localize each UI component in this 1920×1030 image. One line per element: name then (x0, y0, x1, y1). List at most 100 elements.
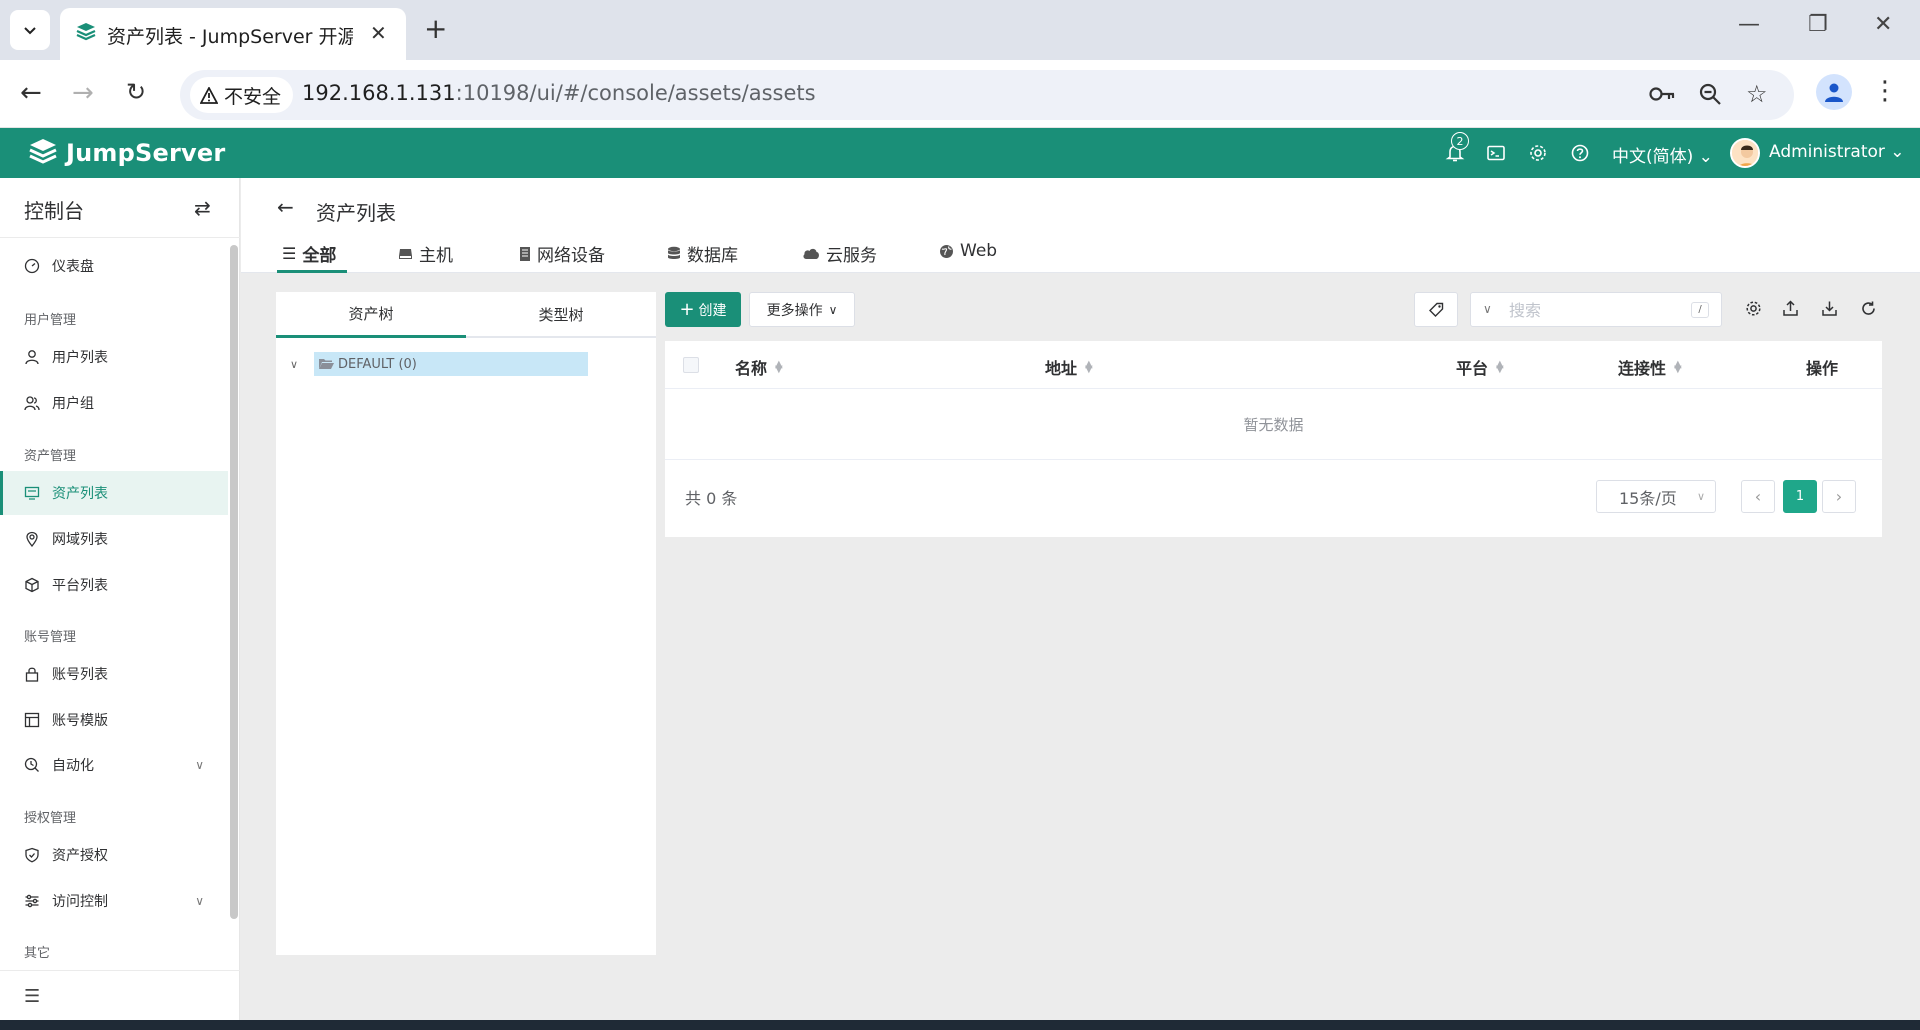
sidebar-scrollbar[interactable] (230, 245, 238, 919)
sort-icon[interactable]: ▲ ▼ (1085, 360, 1093, 375)
folder-open-icon (319, 359, 334, 369)
sidebar-item-access-control[interactable]: 访问控制 ∨ (0, 879, 228, 923)
sidebar-item-automation[interactable]: 自动化 ∨ (0, 743, 228, 787)
tag-filter-button[interactable] (1414, 292, 1458, 327)
template-icon (24, 712, 40, 728)
page-header: ← 资产列表 ☰ 全部 主机 网络设备 数据库 云服务 Web (241, 178, 1920, 273)
user-menu[interactable]: Administrator ⌄ (1769, 142, 1905, 162)
sort-icon[interactable]: ▲ ▼ (1674, 360, 1682, 375)
avatar[interactable] (1730, 138, 1760, 168)
sort-icon[interactable]: ▲ ▼ (775, 360, 783, 375)
terminal-icon[interactable] (1486, 143, 1506, 167)
browser-menu-icon[interactable]: ⋮ (1872, 76, 1898, 106)
tab-label: 云服务 (826, 246, 877, 266)
help-icon[interactable] (1570, 143, 1590, 167)
table-header: 名称 ▲ ▼ 地址 ▲ ▼ 平台 ▲ ▼ 连接性 ▲ ▼ 操作 (665, 341, 1882, 389)
tab-search-button[interactable] (10, 10, 50, 50)
browser-tab-active[interactable]: 资产列表 - JumpServer 开源堡垒机 ✕ (60, 8, 406, 60)
sidebar-item-asset-list[interactable]: 资产列表 (0, 471, 228, 515)
next-page-button[interactable]: › (1822, 480, 1856, 513)
security-label: 不安全 (224, 85, 282, 108)
profile-button[interactable] (1816, 74, 1852, 110)
sidebar-item-user-list[interactable]: 用户列表 (0, 335, 228, 379)
address-bar[interactable]: 不安全 192.168.1.131:10198/ui/#/console/ass… (180, 70, 1794, 120)
column-connectivity[interactable]: 连接性 ▲ ▼ (1618, 355, 1682, 379)
asset-tree-panel: 资产树 类型树 ∨ DEFAULT (0) (276, 292, 656, 955)
sort-icon[interactable]: ▲ ▼ (1496, 360, 1504, 375)
user-icon (25, 350, 39, 365)
close-tab-icon[interactable]: ✕ (370, 21, 387, 45)
zoom-icon[interactable] (1698, 82, 1722, 110)
tab-host[interactable]: 主机 (398, 241, 453, 266)
create-button[interactable]: + 创建 (665, 292, 741, 327)
tab-database[interactable]: 数据库 (667, 241, 738, 266)
minimize-icon[interactable]: — (1738, 12, 1760, 37)
location-pin-icon (26, 531, 38, 547)
tree-node-default[interactable]: ∨ DEFAULT (0) (290, 352, 588, 376)
close-window-icon[interactable]: ✕ (1874, 12, 1892, 37)
user-avatar-icon (1825, 83, 1843, 102)
page-number-button[interactable]: 1 (1783, 480, 1817, 513)
tab-type-tree[interactable]: 类型树 (466, 292, 656, 338)
back-arrow-icon[interactable]: ← (277, 195, 294, 219)
prev-page-button[interactable]: ‹ (1741, 480, 1775, 513)
column-platform[interactable]: 平台 ▲ ▼ (1456, 355, 1504, 379)
switch-view-icon[interactable]: ⇄ (194, 196, 211, 220)
sidebar-item-account-template[interactable]: 账号模版 (0, 698, 228, 742)
sidebar-item-account-list[interactable]: 账号列表 (0, 652, 228, 696)
upload-icon[interactable] (1782, 300, 1799, 321)
sidebar-item-label: 资产授权 (52, 848, 108, 864)
more-actions-button[interactable]: 更多操作 ∨ (749, 292, 855, 327)
tab-label: 主机 (419, 246, 453, 266)
reload-icon[interactable]: ↻ (126, 78, 146, 106)
settings-gear-icon[interactable] (1528, 143, 1548, 167)
sidebar-item-asset-permission[interactable]: 资产授权 (0, 833, 228, 877)
tab-label: 数据库 (687, 246, 738, 266)
tree-node-body[interactable]: DEFAULT (0) (314, 352, 588, 376)
new-tab-icon[interactable]: + (424, 12, 447, 45)
collapse-menu-icon[interactable]: ☰ (24, 986, 40, 1007)
chevron-down-icon[interactable]: ∨ (1483, 302, 1492, 316)
language-select[interactable]: 中文(简体) ⌄ (1612, 142, 1713, 167)
chevron-down-icon: ∨ (195, 894, 204, 908)
user-group-icon (24, 396, 40, 411)
refresh-icon[interactable] (1860, 300, 1877, 321)
back-icon[interactable]: ← (20, 78, 42, 108)
sidebar-item-label: 账号模版 (52, 713, 108, 729)
page-title: 资产列表 (316, 201, 396, 225)
table-settings-gear-icon[interactable] (1745, 300, 1762, 321)
download-icon[interactable] (1821, 300, 1838, 321)
url-text[interactable]: 192.168.1.131:10198/ui/#/console/assets/… (302, 81, 816, 105)
column-name[interactable]: 名称 ▲ ▼ (735, 355, 783, 379)
restore-window-icon[interactable]: ❐ (1808, 12, 1828, 37)
tab-asset-tree[interactable]: 资产树 (276, 292, 466, 338)
bookmark-star-icon[interactable]: ☆ (1746, 80, 1768, 108)
url-path: :10198/ui/#/console/assets/assets (455, 81, 816, 105)
key-icon[interactable] (1648, 82, 1676, 110)
dashboard-icon (24, 258, 40, 274)
security-chip[interactable]: 不安全 (190, 77, 294, 113)
search-box[interactable]: ∨ / (1470, 292, 1722, 327)
tab-all[interactable]: ☰ 全部 (282, 241, 336, 266)
column-address[interactable]: 地址 ▲ ▼ (1045, 355, 1093, 379)
sidebar-item-user-group[interactable]: 用户组 (0, 381, 228, 425)
tab-cloud[interactable]: 云服务 (802, 241, 877, 266)
search-input[interactable] (1509, 299, 1679, 321)
nav-group-other: 其它 (24, 946, 51, 961)
sidebar-item-zone-list[interactable]: 网域列表 (0, 517, 228, 561)
sidebar-item-platform-list[interactable]: 平台列表 (0, 563, 228, 607)
tab-label: 全部 (302, 246, 337, 266)
list-icon: ☰ (282, 244, 297, 263)
sidebar-title: 控制台 (24, 199, 84, 223)
tab-web[interactable]: Web (939, 241, 997, 261)
tab-network-device[interactable]: 网络设备 (519, 241, 605, 266)
automation-icon (24, 757, 39, 772)
chevron-down-icon[interactable]: ∨ (290, 358, 314, 371)
select-all-checkbox[interactable] (683, 357, 699, 373)
create-label: 创建 (698, 302, 727, 319)
sidebar-item-dashboard[interactable]: 仪表盘 (0, 244, 228, 288)
logo[interactable]: JumpServer (28, 137, 225, 169)
page-size-select[interactable]: 15条/页 ∨ (1596, 480, 1716, 513)
forward-icon[interactable]: → (72, 78, 94, 108)
column-label: 地址 (1045, 359, 1078, 378)
